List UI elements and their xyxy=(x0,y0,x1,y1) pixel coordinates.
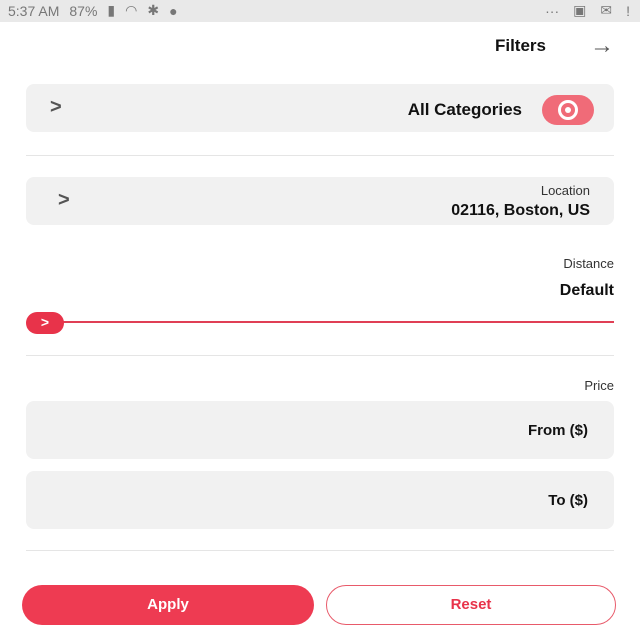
status-bar: 5:37 AM 87% ▮ ◠ ✱ ● ··· ▣ ✉ ! xyxy=(0,0,640,22)
distance-slider-track[interactable] xyxy=(44,321,614,323)
price-from-placeholder: From ($) xyxy=(528,422,588,439)
location-label: Location xyxy=(540,183,590,198)
mail-icon: ✉ xyxy=(600,2,613,18)
price-label: Price xyxy=(584,378,614,393)
status-left: 5:37 AM 87% ▮ ◠ ✱ ● xyxy=(8,2,178,19)
location-value: 02116, Boston, US xyxy=(451,202,590,219)
price-to-placeholder: To ($) xyxy=(548,492,588,509)
more-icon: ··· xyxy=(545,2,560,19)
clock: 5:37 AM xyxy=(8,2,60,19)
price-to-input[interactable] xyxy=(26,471,614,529)
wifi-icon: ◠ xyxy=(125,2,138,18)
chevron-icon: > xyxy=(58,189,70,211)
signal-icon: ▮ xyxy=(107,2,116,18)
eye-icon xyxy=(542,95,594,125)
distance-label: Distance xyxy=(563,256,614,271)
location-icon: ● xyxy=(169,2,178,19)
header: Filters → xyxy=(0,22,640,70)
category-label: All Categories xyxy=(407,100,522,119)
bluetooth-icon: ✱ xyxy=(147,2,160,18)
apply-button[interactable]: Apply xyxy=(22,585,314,625)
reset-button[interactable]: Reset xyxy=(326,585,616,625)
image-icon: ▣ xyxy=(573,2,587,18)
divider xyxy=(26,355,614,356)
divider xyxy=(26,155,614,156)
alert-icon: ! xyxy=(626,2,630,19)
arrow-icon[interactable]: → xyxy=(590,32,614,60)
page-title: Filters xyxy=(494,36,546,55)
distance-value: Default xyxy=(559,282,614,299)
price-from-input[interactable] xyxy=(26,401,614,459)
divider xyxy=(26,550,614,551)
eye-icon-pupil xyxy=(565,107,571,113)
category-selector[interactable]: > xyxy=(26,84,614,132)
status-right: ··· ▣ ✉ ! xyxy=(545,2,630,19)
chevron-icon: > xyxy=(50,96,62,118)
battery-level: 87% xyxy=(69,2,98,19)
distance-slider-thumb[interactable]: > xyxy=(26,312,64,334)
